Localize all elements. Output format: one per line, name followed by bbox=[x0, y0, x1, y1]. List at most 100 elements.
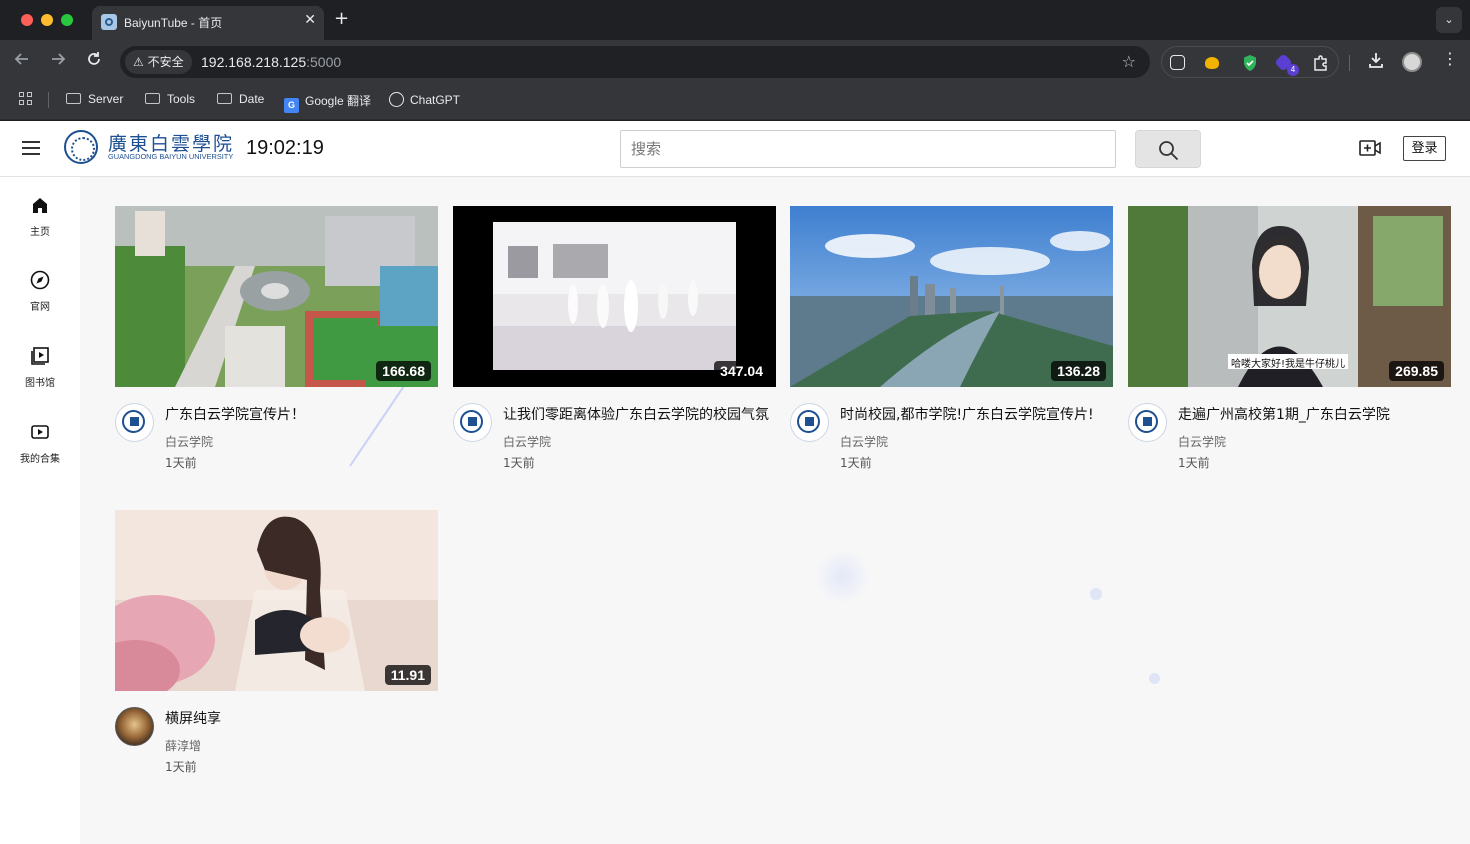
download-icon[interactable] bbox=[1367, 51, 1385, 73]
bookmark-google-translate[interactable]: G Google 翻译 bbox=[284, 92, 371, 113]
search-input[interactable] bbox=[620, 130, 1116, 168]
sidebar-item-label: 我的合集 bbox=[20, 454, 60, 465]
compass-icon bbox=[30, 270, 50, 290]
hamburger-menu-icon[interactable] bbox=[22, 141, 40, 155]
channel-name[interactable]: 白云学院 bbox=[840, 433, 888, 450]
puzzle-extensions-icon[interactable] bbox=[1312, 54, 1330, 72]
channel-name[interactable]: 白云学院 bbox=[503, 433, 551, 450]
google-translate-icon: G bbox=[284, 98, 299, 113]
url-host: 192.168.218.125 bbox=[201, 54, 307, 70]
sidebar-item-home[interactable]: 主页 bbox=[0, 195, 80, 255]
close-window-button[interactable] bbox=[21, 14, 33, 26]
bookmark-star-icon[interactable]: ☆ bbox=[1122, 52, 1136, 71]
extensions-group: 4 bbox=[1161, 46, 1339, 78]
screenshot-extension-icon[interactable] bbox=[1170, 55, 1185, 70]
video-card[interactable]: 166.68 广东白云学院宣传片！ 白云学院 1天前 bbox=[115, 206, 438, 486]
channel-name[interactable]: 薛淳增 bbox=[165, 737, 201, 754]
background-decoration bbox=[1090, 588, 1102, 600]
back-arrow-icon[interactable] bbox=[14, 51, 30, 72]
channel-avatar[interactable] bbox=[790, 403, 829, 442]
site-header: 廣東白雲學院 GUANGDONG BAIYUN UNIVERSITY 19:02… bbox=[0, 121, 1470, 177]
channel-avatar[interactable] bbox=[1128, 403, 1167, 442]
site-info-chip[interactable]: ⚠ 不安全 bbox=[125, 50, 192, 74]
bookmark-label: Date bbox=[239, 92, 265, 106]
cat-extension-icon[interactable] bbox=[1205, 57, 1219, 69]
search-icon bbox=[1159, 141, 1179, 161]
forward-arrow-icon[interactable] bbox=[50, 51, 66, 72]
bookmark-label: ChatGPT bbox=[410, 93, 461, 107]
home-icon bbox=[33, 198, 47, 213]
minimize-window-button[interactable] bbox=[41, 14, 53, 26]
sidebar-item-label: 图书馆 bbox=[25, 378, 55, 389]
tab-close-icon[interactable]: ✕ bbox=[304, 12, 316, 28]
playlist-icon bbox=[31, 425, 49, 439]
video-title[interactable]: 横屏纯享 bbox=[165, 708, 440, 728]
video-title[interactable]: 时尚校园,都市学院!广东白云学院宣传片! bbox=[840, 404, 1115, 424]
upload-time: 1天前 bbox=[840, 456, 872, 470]
shield-extension-icon[interactable] bbox=[1241, 54, 1259, 72]
video-card[interactable]: 哈喽大家好!我是牛仔桃儿 269.85 走遍广州高校第1期_广东白云学院 白云学… bbox=[1128, 206, 1451, 486]
sidebar-item-label: 主页 bbox=[30, 227, 50, 238]
background-decoration bbox=[815, 549, 870, 604]
video-thumbnail[interactable]: 166.68 bbox=[115, 206, 438, 387]
bookmark-label: Google 翻译 bbox=[305, 94, 372, 108]
university-emblem-logo[interactable] bbox=[64, 130, 98, 164]
video-card[interactable]: 11.91 横屏纯享 薛淳增 1天前 bbox=[115, 510, 438, 790]
video-thumbnail[interactable]: 347.04 bbox=[453, 206, 776, 387]
bookmark-tools[interactable]: Tools bbox=[145, 92, 195, 106]
apps-grid-icon[interactable] bbox=[19, 92, 33, 106]
video-thumbnail[interactable]: 136.28 bbox=[790, 206, 1113, 387]
video-title[interactable]: 让我们零距离体验广东白云学院的校园气氛 bbox=[503, 404, 778, 424]
browser-tab-strip: BaiyunTube - 首页 ✕ + ⌄ bbox=[0, 0, 1470, 40]
warning-triangle-icon: ⚠ bbox=[133, 55, 144, 69]
chatgpt-icon bbox=[389, 92, 404, 107]
video-title[interactable]: 走遍广州高校第1期_广东白云学院 bbox=[1178, 404, 1453, 424]
search-button[interactable] bbox=[1135, 130, 1201, 168]
sidebar-nav: 主页 官网 图书馆 我的合集 bbox=[0, 177, 80, 844]
folder-icon bbox=[66, 93, 81, 104]
fencing-class-image bbox=[453, 206, 776, 387]
sidebar-item-library[interactable]: 图书馆 bbox=[0, 346, 80, 406]
login-button[interactable]: 登录 bbox=[1403, 136, 1446, 161]
bookmark-chatgpt[interactable]: ChatGPT bbox=[389, 92, 460, 107]
channel-avatar[interactable] bbox=[115, 707, 154, 746]
url-port: :5000 bbox=[306, 54, 342, 70]
bookmark-label: Tools bbox=[167, 92, 196, 106]
video-title[interactable]: 广东白云学院宣传片！ bbox=[165, 404, 440, 424]
channel-avatar[interactable] bbox=[453, 403, 492, 442]
upload-time: 1天前 bbox=[165, 456, 197, 470]
channel-name[interactable]: 白云学院 bbox=[165, 433, 213, 450]
tab-search-button[interactable]: ⌄ bbox=[1436, 7, 1462, 33]
video-thumbnail[interactable]: 哈喽大家好!我是牛仔桃儿 269.85 bbox=[1128, 206, 1451, 387]
video-card[interactable]: 136.28 时尚校园,都市学院!广东白云学院宣传片! 白云学院 1天前 bbox=[790, 206, 1113, 486]
profile-avatar[interactable] bbox=[1402, 52, 1422, 72]
reload-icon[interactable] bbox=[86, 51, 102, 72]
upload-video-button[interactable] bbox=[1358, 138, 1382, 158]
thumbnail-caption: 哈喽大家好!我是牛仔桃儿 bbox=[1231, 359, 1346, 370]
video-duration: 11.91 bbox=[384, 665, 431, 685]
campus-aerial-image bbox=[115, 206, 438, 387]
new-tab-button[interactable]: + bbox=[334, 8, 349, 29]
sidebar-item-my-collection[interactable]: 我的合集 bbox=[0, 422, 80, 482]
header-clock: 19:02:19 bbox=[246, 137, 324, 159]
video-thumbnail[interactable]: 11.91 bbox=[115, 510, 438, 691]
browser-tab-active[interactable]: BaiyunTube - 首页 ✕ bbox=[92, 6, 324, 40]
sidebar-item-website[interactable]: 官网 bbox=[0, 270, 80, 330]
channel-avatar[interactable] bbox=[115, 403, 154, 442]
channel-name[interactable]: 白云学院 bbox=[1178, 433, 1226, 450]
video-duration: 347.04 bbox=[714, 361, 769, 381]
video-grid: 166.68 广东白云学院宣传片！ 白云学院 1天前 347.04 让我们零距离… bbox=[80, 177, 1470, 844]
bookmarks-divider bbox=[48, 92, 49, 108]
upload-time: 1天前 bbox=[165, 760, 197, 774]
extension-badge: 4 bbox=[1287, 64, 1299, 76]
web-page: 廣東白雲學院 GUANGDONG BAIYUN UNIVERSITY 19:02… bbox=[0, 121, 1470, 844]
video-card[interactable]: 347.04 让我们零距离体验广东白云学院的校园气氛 白云学院 1天前 bbox=[453, 206, 776, 486]
folder-icon bbox=[217, 93, 232, 104]
bookmark-date[interactable]: Date bbox=[217, 92, 264, 106]
more-menu-icon[interactable]: ⋮ bbox=[1442, 50, 1458, 68]
sidebar-item-label: 官网 bbox=[30, 302, 50, 313]
fullscreen-window-button[interactable] bbox=[61, 14, 73, 26]
video-duration: 269.85 bbox=[1389, 361, 1444, 381]
bookmark-server[interactable]: Server bbox=[66, 92, 123, 106]
address-bar[interactable]: ⚠ 不安全 192.168.218.125:5000 ☆ bbox=[120, 46, 1150, 78]
